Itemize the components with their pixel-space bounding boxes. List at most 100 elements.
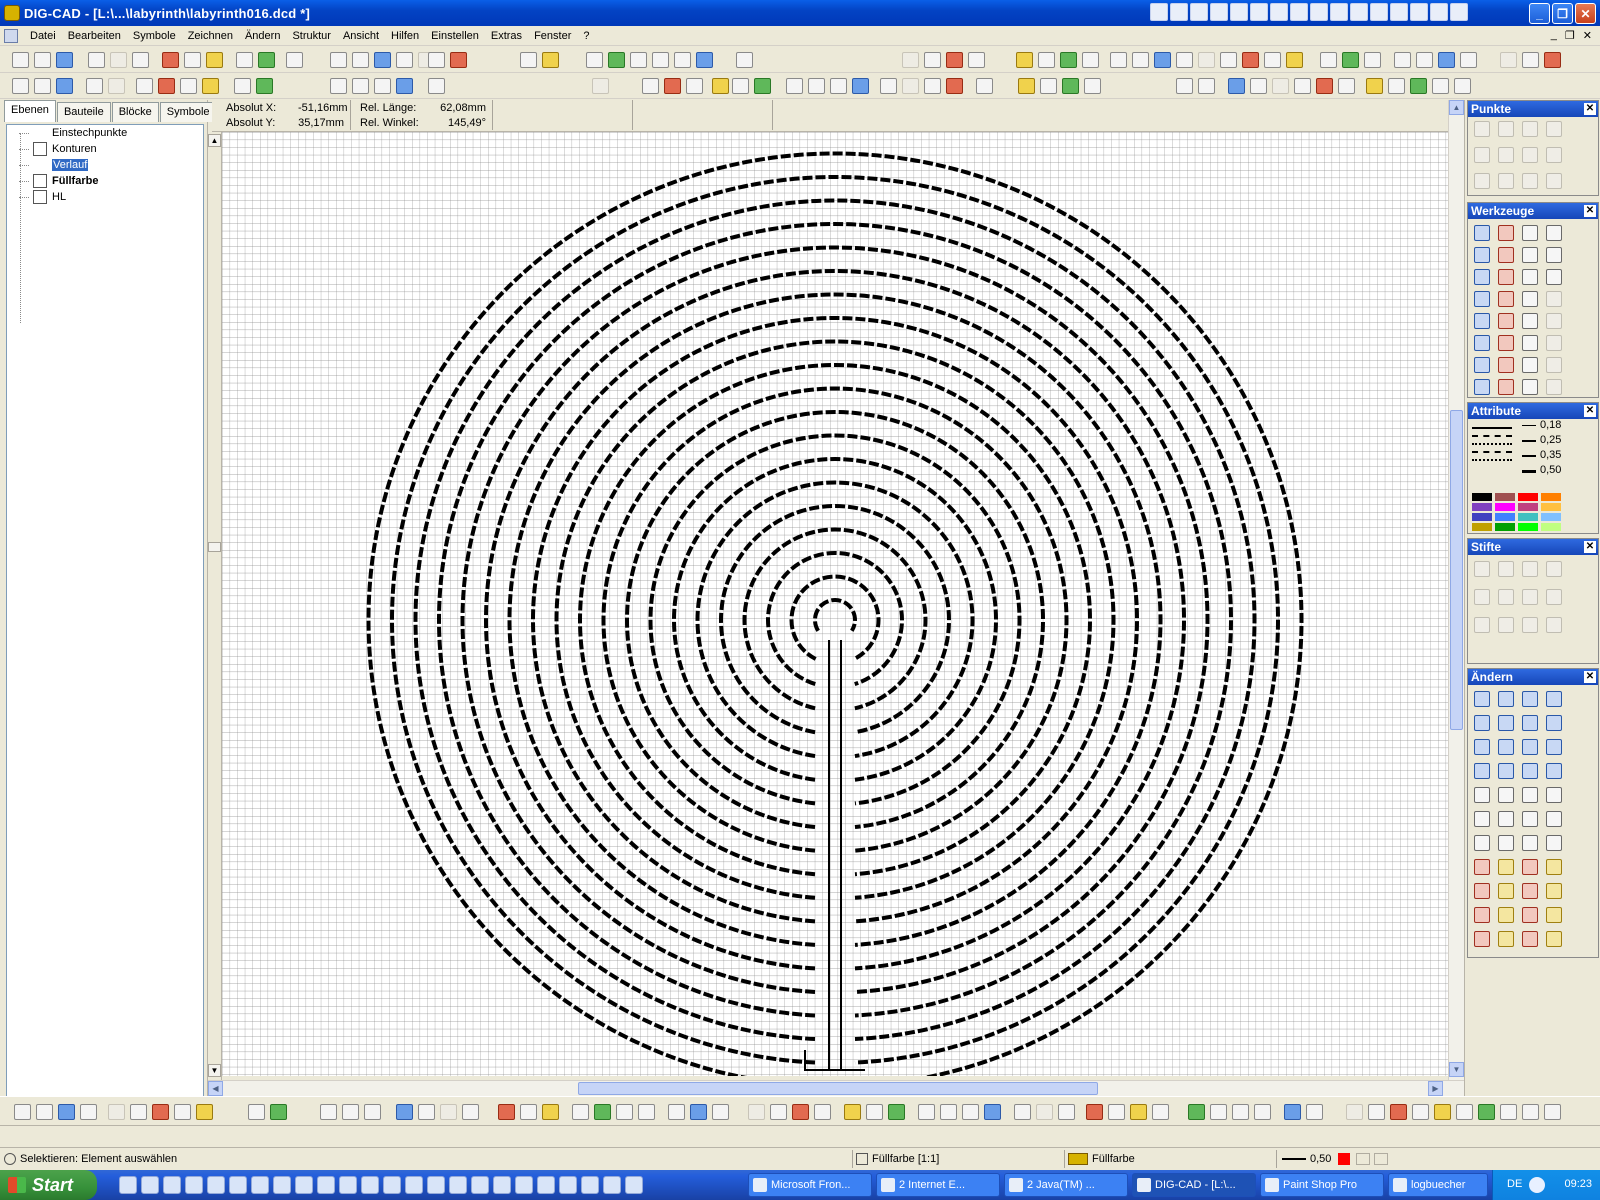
- toolbar-tool-icon[interactable]: [1366, 78, 1383, 94]
- palette-tool-icon[interactable]: [1522, 859, 1538, 875]
- toolbar-tool-icon[interactable]: [498, 1104, 515, 1120]
- app-launcher-icon[interactable]: [1210, 3, 1228, 21]
- palette-tool-icon[interactable]: [1546, 835, 1562, 851]
- toolbar-tool-icon[interactable]: [1132, 52, 1149, 68]
- toolbar-tool-icon[interactable]: [866, 1104, 883, 1120]
- toolbar-tool-icon[interactable]: [674, 52, 691, 68]
- palette-tool-icon[interactable]: [1522, 561, 1538, 577]
- toolbar-tool-icon[interactable]: [184, 52, 201, 68]
- app-launcher-icon[interactable]: [1410, 3, 1428, 21]
- toolbar-tool-icon[interactable]: [1062, 78, 1079, 94]
- toolbar-tool-icon[interactable]: [1342, 52, 1359, 68]
- toolbar-tool-icon[interactable]: [110, 52, 127, 68]
- toolbar-tool-icon[interactable]: [450, 52, 467, 68]
- toolbar-tool-icon[interactable]: [1232, 1104, 1249, 1120]
- menu-ansicht[interactable]: Ansicht: [337, 30, 385, 42]
- palette-tool-icon[interactable]: [1474, 379, 1490, 395]
- toolbar-tool-icon[interactable]: [1456, 1104, 1473, 1120]
- toolbar-tool-icon[interactable]: [1438, 52, 1455, 68]
- toolbar-tool-icon[interactable]: [202, 78, 219, 94]
- palette-tool-icon[interactable]: [1474, 715, 1490, 731]
- toolbar-tool-icon[interactable]: [234, 78, 251, 94]
- palette-tool-icon[interactable]: [1498, 859, 1514, 875]
- toolbar-tool-icon[interactable]: [12, 52, 29, 68]
- palette-tool-icon[interactable]: [1498, 357, 1514, 373]
- toolbar-tool-icon[interactable]: [520, 52, 537, 68]
- toolbar-tool-icon[interactable]: [1544, 1104, 1561, 1120]
- toolbar-tool-icon[interactable]: [256, 78, 273, 94]
- toolbar-tool-icon[interactable]: [1210, 1104, 1227, 1120]
- toolbar-tool-icon[interactable]: [1410, 78, 1427, 94]
- palette-tool-icon[interactable]: [1522, 335, 1538, 351]
- toolbar-tool-icon[interactable]: [1110, 52, 1127, 68]
- toolbar-tool-icon[interactable]: [258, 52, 275, 68]
- toolbar-tool-icon[interactable]: [1368, 1104, 1385, 1120]
- palette-title[interactable]: Stifte ✕: [1468, 539, 1598, 555]
- toolbar-tool-icon[interactable]: [902, 78, 919, 94]
- palette-tool-icon[interactable]: [1522, 617, 1538, 633]
- palette-tool-icon[interactable]: [1474, 617, 1490, 633]
- color-swatch[interactable]: [1541, 523, 1561, 531]
- color-swatch[interactable]: [1472, 493, 1492, 501]
- palette-tool-icon[interactable]: [1546, 715, 1562, 731]
- menu-fenster[interactable]: Fenster: [528, 30, 577, 42]
- palette-tool-icon[interactable]: [1522, 269, 1538, 285]
- palette-tool-icon[interactable]: [1522, 787, 1538, 803]
- toolbar-tool-icon[interactable]: [946, 52, 963, 68]
- palette-tool-icon[interactable]: [1498, 931, 1514, 947]
- close-icon[interactable]: ✕: [1584, 205, 1596, 217]
- palette-tool-icon[interactable]: [1498, 691, 1514, 707]
- app-launcher-icon[interactable]: [1230, 3, 1248, 21]
- quick-launch-icon[interactable]: [339, 1176, 357, 1194]
- app-launcher-icon[interactable]: [1190, 3, 1208, 21]
- palette-tool-icon[interactable]: [1546, 291, 1562, 307]
- toolbar-tool-icon[interactable]: [364, 1104, 381, 1120]
- quick-launch-icon[interactable]: [603, 1176, 621, 1194]
- quick-launch-icon[interactable]: [559, 1176, 577, 1194]
- toolbar-tool-icon[interactable]: [80, 1104, 97, 1120]
- palette-tool-icon[interactable]: [1498, 763, 1514, 779]
- toolbar-tool-icon[interactable]: [880, 78, 897, 94]
- toolbar-tool-icon[interactable]: [814, 1104, 831, 1120]
- color-swatch[interactable]: [1495, 503, 1515, 511]
- toolbar-tool-icon[interactable]: [1016, 52, 1033, 68]
- toolbar-tool-icon[interactable]: [830, 78, 847, 94]
- palette-tool-icon[interactable]: [1498, 291, 1514, 307]
- palette-tool-icon[interactable]: [1498, 225, 1514, 241]
- toolbar-tool-icon[interactable]: [1188, 1104, 1205, 1120]
- horizontal-scroll-thumb[interactable]: [578, 1082, 1098, 1095]
- toolbar-tool-icon[interactable]: [770, 1104, 787, 1120]
- toolbar-tool-icon[interactable]: [206, 52, 223, 68]
- toolbar-tool-icon[interactable]: [712, 78, 729, 94]
- toolbar-tool-icon[interactable]: [1434, 1104, 1451, 1120]
- palette-tool-icon[interactable]: [1546, 907, 1562, 923]
- palette-tool-icon[interactable]: [1546, 121, 1562, 137]
- palette-tool-icon[interactable]: [1474, 291, 1490, 307]
- palette-tool-icon[interactable]: [1546, 561, 1562, 577]
- menu-hilfen[interactable]: Hilfen: [385, 30, 425, 42]
- app-launcher-icon[interactable]: [1450, 3, 1468, 21]
- palette-tool-icon[interactable]: [1474, 907, 1490, 923]
- toolbar-tool-icon[interactable]: [808, 78, 825, 94]
- quick-launch-icon[interactable]: [581, 1176, 599, 1194]
- toolbar-tool-icon[interactable]: [732, 78, 749, 94]
- color-swatch[interactable]: [1518, 493, 1538, 501]
- palette-tool-icon[interactable]: [1522, 313, 1538, 329]
- toolbar-tool-icon[interactable]: [108, 78, 125, 94]
- toolbar-tool-icon[interactable]: [108, 1104, 125, 1120]
- app-launcher-icon[interactable]: [1250, 3, 1268, 21]
- toolbar-tool-icon[interactable]: [924, 52, 941, 68]
- scroll-right-button[interactable]: ▶: [1428, 1081, 1443, 1096]
- palette-tool-icon[interactable]: [1498, 787, 1514, 803]
- toolbar-tool-icon[interactable]: [572, 1104, 589, 1120]
- palette-tool-icon[interactable]: [1474, 787, 1490, 803]
- toolbar-tool-icon[interactable]: [520, 1104, 537, 1120]
- toolbar-tool-icon[interactable]: [542, 1104, 559, 1120]
- toolbar-tool-icon[interactable]: [1454, 78, 1471, 94]
- toolbar-tool-icon[interactable]: [1460, 52, 1477, 68]
- toolbar-tool-icon[interactable]: [1254, 1104, 1271, 1120]
- palette-tool-icon[interactable]: [1498, 269, 1514, 285]
- palette-tool-icon[interactable]: [1522, 589, 1538, 605]
- close-icon[interactable]: ✕: [1584, 541, 1596, 553]
- toolbar-tool-icon[interactable]: [236, 52, 253, 68]
